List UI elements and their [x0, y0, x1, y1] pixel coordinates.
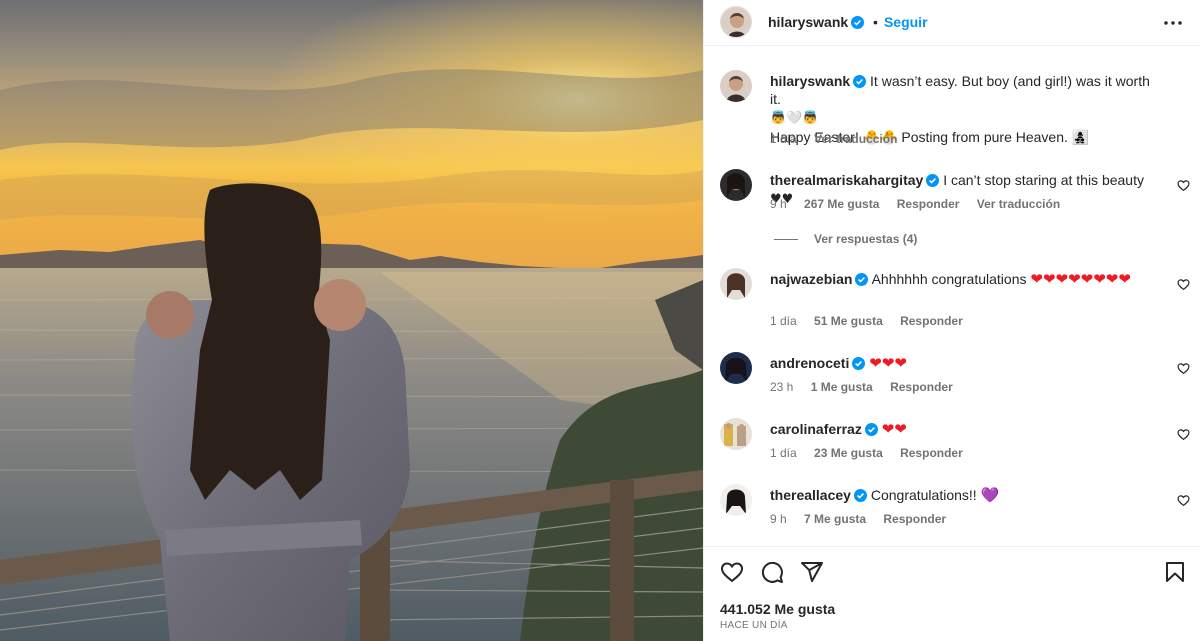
comment-emojis: 💜 [980, 486, 1000, 504]
comment-emojis: ❤❤❤❤❤❤❤❤ [1030, 270, 1131, 288]
comment-age: 1 día [770, 314, 797, 328]
author-avatar-image [721, 7, 751, 37]
verified-badge-icon [853, 75, 867, 88]
comment-text: andrenoceti ❤❤❤ [770, 354, 1160, 372]
comment-username[interactable]: carolinaferraz [770, 421, 862, 437]
caption-translate-link[interactable]: Ver traducción [814, 132, 897, 146]
view-replies-label: Ver respuestas (4) [814, 232, 918, 246]
comment-avatar[interactable] [720, 352, 752, 384]
comment-meta: 9 h 7 Me gusta Responder [770, 512, 960, 526]
send-icon[interactable] [800, 560, 824, 584]
reply-button[interactable]: Responder [900, 314, 963, 328]
caption-age: 1 día [770, 132, 797, 146]
comment-username[interactable]: andrenoceti [770, 355, 849, 371]
verified-badge-icon [926, 174, 940, 187]
comment-meta: 9 h 267 Me gusta Responder Ver traducció… [770, 197, 1074, 211]
post-side-panel: hilaryswank • Seguir hilaryswank It wasn’… [703, 0, 1200, 641]
replies-line [774, 239, 798, 241]
comment-icon[interactable] [760, 560, 784, 584]
caption-meta: 1 día Ver traducción [770, 132, 911, 146]
instagram-post-view: hilaryswank • Seguir hilaryswank It wasn’… [0, 0, 1200, 641]
comment-body: Congratulations!! [870, 487, 977, 503]
comment-avatar[interactable] [720, 268, 752, 300]
header-author-name[interactable]: hilaryswank [768, 14, 848, 30]
author-avatar[interactable] [720, 6, 752, 38]
comment-likes[interactable]: 51 Me gusta [814, 314, 883, 328]
reply-button[interactable]: Responder [890, 380, 953, 394]
comment-translate-link[interactable]: Ver traducción [977, 197, 1060, 211]
comment-likes[interactable]: 23 Me gusta [814, 446, 883, 460]
comment-meta: 23 h 1 Me gusta Responder [770, 380, 967, 394]
view-replies-link[interactable]: Ver respuestas (4) [774, 232, 917, 246]
comment-username[interactable]: thereallacey [770, 487, 851, 503]
comment-username[interactable]: therealmariskahargitay [770, 172, 923, 188]
caption-author-name[interactable]: hilaryswank [770, 73, 850, 89]
reply-button[interactable]: Responder [883, 512, 946, 526]
comment-like-heart-icon[interactable] [1177, 428, 1190, 441]
comment-like-heart-icon[interactable] [1177, 494, 1190, 507]
follow-button[interactable]: Seguir [884, 14, 928, 30]
verified-badge-icon [851, 16, 865, 29]
comment-likes[interactable]: 267 Me gusta [804, 197, 879, 211]
post-actions: 441.052 Me gusta HACE UN DÍA [704, 546, 1200, 641]
comment-meta: 1 día 51 Me gusta Responder [770, 314, 977, 328]
comment-emojis: ❤❤❤ [869, 354, 907, 372]
heart-icon[interactable] [720, 560, 744, 584]
comment-age: 1 día [770, 446, 797, 460]
comment-likes[interactable]: 1 Me gusta [811, 380, 873, 394]
caption-emojis: 👼🤍👼 [770, 111, 819, 126]
comment-meta: 1 día 23 Me gusta Responder [770, 446, 977, 460]
comment-text: thereallacey Congratulations!! 💜 [770, 486, 1160, 504]
comment-text: carolinaferraz ❤❤ [770, 420, 1160, 438]
comment-like-heart-icon[interactable] [1177, 362, 1190, 375]
comment-username[interactable]: najwazebian [770, 271, 852, 287]
header-author-row: hilaryswank • Seguir [768, 14, 928, 30]
comment-like-heart-icon[interactable] [1177, 278, 1190, 291]
reply-button[interactable]: Responder [897, 197, 960, 211]
post-photo [0, 0, 703, 641]
post-header: hilaryswank • Seguir [704, 0, 1200, 46]
comment-body: Ahhhhhh congratulations [871, 271, 1027, 287]
post-time: HACE UN DÍA [720, 620, 788, 631]
comment-age: 9 h [770, 197, 787, 211]
comment-text: najwazebian Ahhhhhh congratulations ❤❤❤❤… [770, 270, 1160, 288]
comment-body: I can’t stop staring at this beauty [943, 172, 1144, 188]
comment-likes[interactable]: 7 Me gusta [804, 512, 866, 526]
comment-emojis: ❤❤ [881, 420, 907, 438]
sunset-photo-image [0, 0, 703, 641]
likes-count[interactable]: 441.052 Me gusta [720, 601, 835, 617]
verified-badge-icon [855, 273, 869, 286]
comment-age: 23 h [770, 380, 794, 394]
header-dot: • [873, 14, 878, 30]
verified-badge-icon [852, 357, 866, 370]
verified-badge-icon [864, 423, 878, 436]
bookmark-icon[interactable] [1163, 560, 1187, 584]
comment-avatar[interactable] [720, 418, 752, 450]
comment-like-heart-icon[interactable] [1177, 179, 1190, 192]
comment-avatar[interactable] [720, 169, 752, 201]
comment-avatar[interactable] [720, 484, 752, 516]
reply-button[interactable]: Responder [900, 446, 963, 460]
caption-author-avatar[interactable] [720, 70, 752, 102]
verified-badge-icon [853, 489, 867, 502]
comment-age: 9 h [770, 512, 787, 526]
more-options-icon[interactable] [1161, 12, 1185, 34]
